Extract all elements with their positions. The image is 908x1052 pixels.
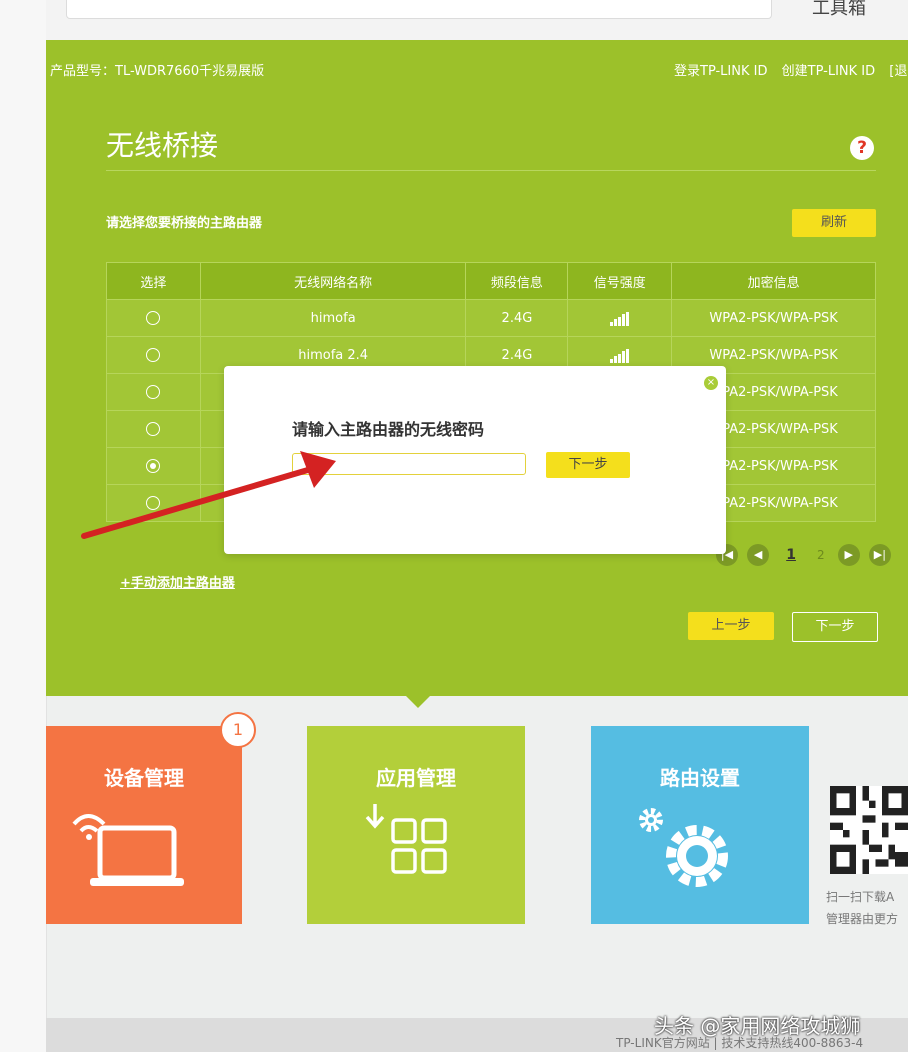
app-management-label: 应用管理 xyxy=(376,766,456,790)
router-settings-label: 路由设置 xyxy=(660,766,740,790)
device-management-tile[interactable]: 设备管理 xyxy=(46,726,242,924)
laptop-wifi-icon xyxy=(72,814,184,886)
qr-caption: 扫一扫下载A 管理器由更方 xyxy=(826,886,898,930)
qr-caption-line: 扫一扫下载A xyxy=(826,890,895,904)
qr-caption-line: 管理器由更方 xyxy=(826,912,899,926)
router-settings-tile[interactable]: 路由设置 xyxy=(591,726,809,924)
apps-grid-icon xyxy=(365,804,447,874)
watermark: 头条 @家用网络攻城狮 xyxy=(654,1014,861,1038)
app-management-tile[interactable]: 应用管理 xyxy=(307,726,525,924)
qr-code-icon xyxy=(830,786,908,874)
device-count-badge: 1 xyxy=(220,712,256,748)
gear-icon xyxy=(639,808,728,887)
device-management-label: 设备管理 xyxy=(104,766,184,790)
